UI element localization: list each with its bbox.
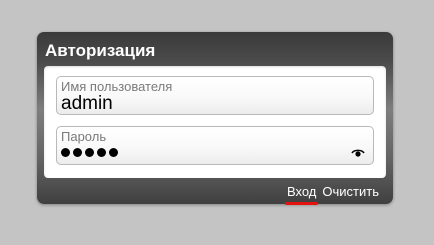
login-active-underline bbox=[284, 202, 319, 205]
password-mask-dot bbox=[73, 148, 82, 157]
login-form: Имя пользователя admin Пароль bbox=[44, 66, 386, 178]
password-mask-dot bbox=[109, 148, 118, 157]
login-button-label: Вход bbox=[286, 184, 317, 199]
form-actions: Вход Очистить bbox=[284, 184, 379, 205]
panel-title: Авторизация bbox=[45, 41, 156, 60]
password-label: Пароль bbox=[61, 129, 107, 144]
login-button[interactable]: Вход bbox=[284, 184, 319, 205]
password-mask-dot bbox=[61, 148, 70, 157]
authorization-panel: Авторизация Имя пользователя admin Парол… bbox=[37, 32, 393, 205]
clear-button[interactable]: Очистить bbox=[322, 184, 379, 200]
eye-icon[interactable] bbox=[351, 148, 365, 158]
username-value[interactable]: admin bbox=[61, 94, 113, 114]
username-label: Имя пользователя bbox=[61, 79, 173, 94]
password-mask-dot bbox=[97, 148, 106, 157]
password-mask-dot bbox=[85, 148, 94, 157]
username-field[interactable]: Имя пользователя admin bbox=[56, 76, 374, 115]
password-field[interactable]: Пароль bbox=[56, 126, 374, 165]
password-masked-value[interactable] bbox=[61, 148, 118, 157]
